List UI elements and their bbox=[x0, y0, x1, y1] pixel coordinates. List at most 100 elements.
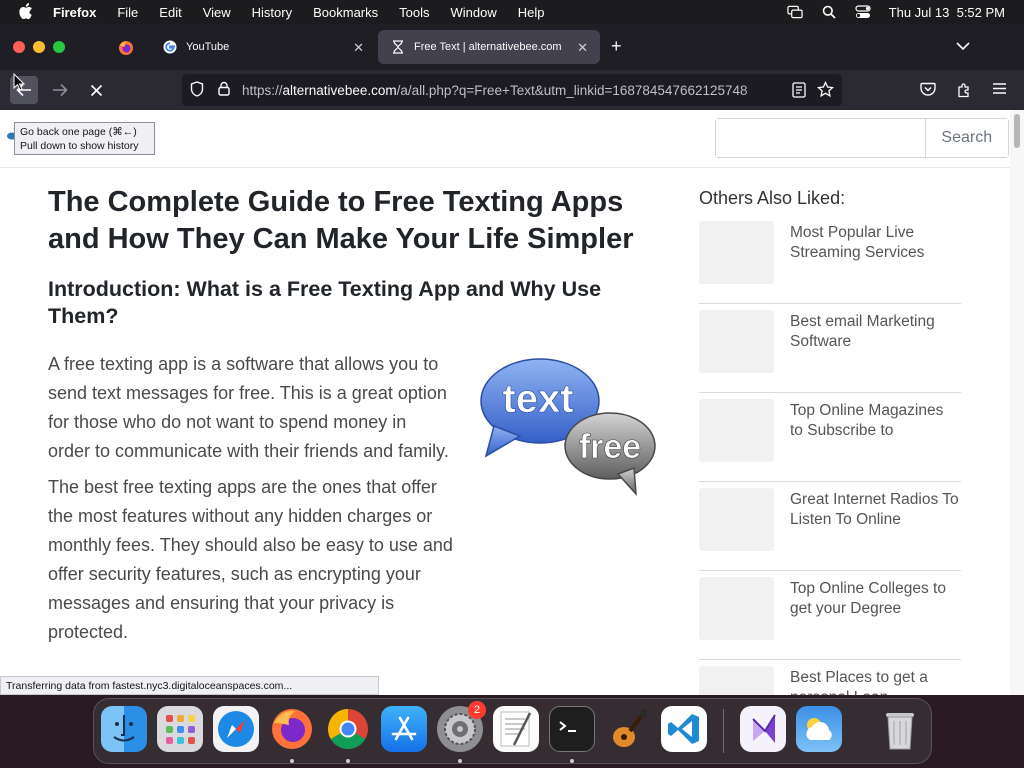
running-indicator bbox=[458, 759, 462, 763]
dock-separator bbox=[723, 709, 724, 753]
url-fade bbox=[742, 74, 782, 106]
tab-bar: YouTube ✕ Free Text | alternativebee.com… bbox=[0, 24, 1024, 70]
related-item[interactable]: Top Online Colleges to get your Degree bbox=[699, 571, 961, 660]
url-text[interactable]: https://alternativebee.com/a/all.php?q=F… bbox=[242, 83, 748, 98]
close-window-button[interactable] bbox=[13, 41, 25, 53]
search-button[interactable]: Search bbox=[924, 119, 1008, 157]
list-all-tabs-chevron-icon[interactable] bbox=[956, 38, 970, 56]
nav-toolbar: https://alternativebee.com/a/all.php?q=F… bbox=[0, 70, 1024, 110]
tab-title: YouTube bbox=[186, 41, 230, 53]
stop-loading-button[interactable] bbox=[82, 76, 110, 104]
app-store-icon[interactable] bbox=[381, 706, 427, 752]
close-x-icon bbox=[90, 84, 102, 96]
running-indicator bbox=[346, 759, 350, 763]
visual-studio-icon[interactable] bbox=[740, 706, 786, 752]
visual-studio-code-icon[interactable] bbox=[661, 706, 707, 752]
loading-hourglass-icon bbox=[390, 39, 406, 55]
menu-window[interactable]: Window bbox=[451, 5, 497, 20]
menu-history[interactable]: History bbox=[252, 5, 292, 20]
related-item[interactable]: Best email Marketing Software bbox=[699, 304, 961, 393]
related-item[interactable]: Best Places to get a personal Loan bbox=[699, 660, 961, 695]
related-link[interactable]: Top Online Colleges to get your Degree bbox=[790, 579, 960, 618]
menu-tools[interactable]: Tools bbox=[399, 5, 429, 20]
related-link[interactable]: Great Internet Radios To Listen To Onlin… bbox=[790, 490, 960, 529]
launchpad-icon[interactable] bbox=[157, 706, 203, 752]
running-indicator bbox=[290, 759, 294, 763]
image-text-text: text bbox=[502, 377, 573, 421]
chrome-icon[interactable] bbox=[325, 706, 371, 752]
reader-view-icon[interactable] bbox=[792, 82, 806, 101]
firefox-icon bbox=[119, 41, 133, 55]
sidebar-title: Others Also Liked: bbox=[699, 188, 846, 208]
web-page: Search The Complete Guide to Free Textin… bbox=[0, 110, 1024, 695]
forward-arrow-icon bbox=[53, 83, 68, 97]
mouse-pointer-icon bbox=[13, 73, 25, 91]
site-search: Search bbox=[715, 118, 1009, 158]
firefox-view-button[interactable] bbox=[108, 34, 144, 62]
close-tab-icon[interactable]: ✕ bbox=[353, 40, 364, 56]
minimize-window-button[interactable] bbox=[33, 41, 45, 53]
address-bar[interactable]: https://alternativebee.com/a/all.php?q=F… bbox=[182, 74, 842, 106]
forward-button[interactable] bbox=[46, 76, 74, 104]
menu-view[interactable]: View bbox=[203, 5, 231, 20]
related-thumbnail[interactable] bbox=[699, 310, 774, 373]
terminal-icon[interactable] bbox=[549, 706, 595, 752]
close-tab-icon[interactable]: ✕ bbox=[577, 40, 588, 56]
article-paragraph: The best free texting apps are the ones … bbox=[48, 477, 453, 642]
notification-badge: 2 bbox=[468, 701, 486, 719]
lock-icon[interactable] bbox=[218, 81, 232, 99]
related-link[interactable]: Best Places to get a personal Loan bbox=[790, 668, 960, 695]
menu-file[interactable]: File bbox=[117, 5, 138, 20]
scrollbar-thumb[interactable] bbox=[1014, 114, 1020, 148]
safari-icon[interactable] bbox=[213, 706, 259, 752]
menu-app-firefox[interactable]: Firefox bbox=[53, 5, 96, 20]
trash-icon[interactable] bbox=[877, 706, 923, 752]
spotlight-search-icon[interactable] bbox=[821, 5, 837, 19]
search-input[interactable] bbox=[716, 119, 925, 157]
menu-edit[interactable]: Edit bbox=[159, 5, 181, 20]
hamburger-menu-icon[interactable] bbox=[992, 82, 1007, 100]
article: The Complete Guide to Free Texting Apps … bbox=[48, 184, 658, 647]
firefox-dock-icon[interactable] bbox=[269, 706, 315, 752]
tracking-protection-shield-icon[interactable] bbox=[190, 80, 206, 100]
related-thumbnail[interactable] bbox=[699, 488, 774, 551]
article-subtitle: Introduction: What is a Free Texting App… bbox=[48, 277, 602, 328]
related-item[interactable]: Great Internet Radios To Listen To Onlin… bbox=[699, 482, 961, 571]
related-thumbnail[interactable] bbox=[699, 577, 774, 640]
related-link[interactable]: Top Online Magazines to Subscribe to bbox=[790, 401, 960, 440]
related-item[interactable]: Top Online Magazines to Subscribe to bbox=[699, 393, 961, 482]
tab-youtube[interactable]: YouTube ✕ bbox=[150, 30, 376, 64]
image-text-free: free bbox=[579, 428, 641, 466]
apple-menu-icon[interactable] bbox=[19, 2, 35, 22]
dock: 2 bbox=[93, 698, 932, 764]
page-scrollbar[interactable] bbox=[1010, 110, 1024, 695]
related-thumbnail[interactable] bbox=[699, 666, 774, 695]
related-thumbnail[interactable] bbox=[699, 399, 774, 462]
tab-free-text[interactable]: Free Text | alternativebee.com ✕ bbox=[378, 30, 600, 64]
related-thumbnail[interactable] bbox=[699, 221, 774, 284]
finder-icon[interactable] bbox=[101, 706, 147, 752]
tab-title: Free Text | alternativebee.com bbox=[414, 41, 562, 53]
control-center-icon[interactable] bbox=[855, 5, 871, 19]
new-tab-plus-icon[interactable]: + bbox=[611, 36, 622, 57]
firefox-window: YouTube ✕ Free Text | alternativebee.com… bbox=[0, 24, 1024, 695]
bookmark-star-icon[interactable] bbox=[817, 80, 834, 101]
article-title: The Complete Guide to Free Texting Apps … bbox=[48, 186, 634, 255]
textedit-icon[interactable] bbox=[493, 706, 539, 752]
weather-icon[interactable] bbox=[796, 706, 842, 752]
related-link[interactable]: Most Popular Live Streaming Services bbox=[790, 223, 960, 262]
text-free-logo-image: text free bbox=[480, 358, 656, 496]
menu-bookmarks[interactable]: Bookmarks bbox=[313, 5, 378, 20]
screen-mirroring-icon[interactable] bbox=[786, 5, 803, 19]
garageband-icon[interactable] bbox=[605, 706, 651, 752]
menu-bar: Firefox File Edit View History Bookmarks… bbox=[0, 0, 1024, 24]
menu-help[interactable]: Help bbox=[518, 5, 545, 20]
related-item[interactable]: Most Popular Live Streaming Services bbox=[699, 215, 961, 304]
article-paragraph: A free texting app is a software that al… bbox=[48, 354, 449, 461]
extensions-puzzle-icon[interactable] bbox=[956, 82, 972, 103]
pocket-icon[interactable] bbox=[920, 82, 936, 102]
status-panel: Transferring data from fastest.nyc3.digi… bbox=[0, 676, 379, 695]
menubar-clock[interactable]: Thu Jul 13 5:52 PM bbox=[889, 5, 1005, 20]
related-link[interactable]: Best email Marketing Software bbox=[790, 312, 960, 351]
zoom-window-button[interactable] bbox=[53, 41, 65, 53]
